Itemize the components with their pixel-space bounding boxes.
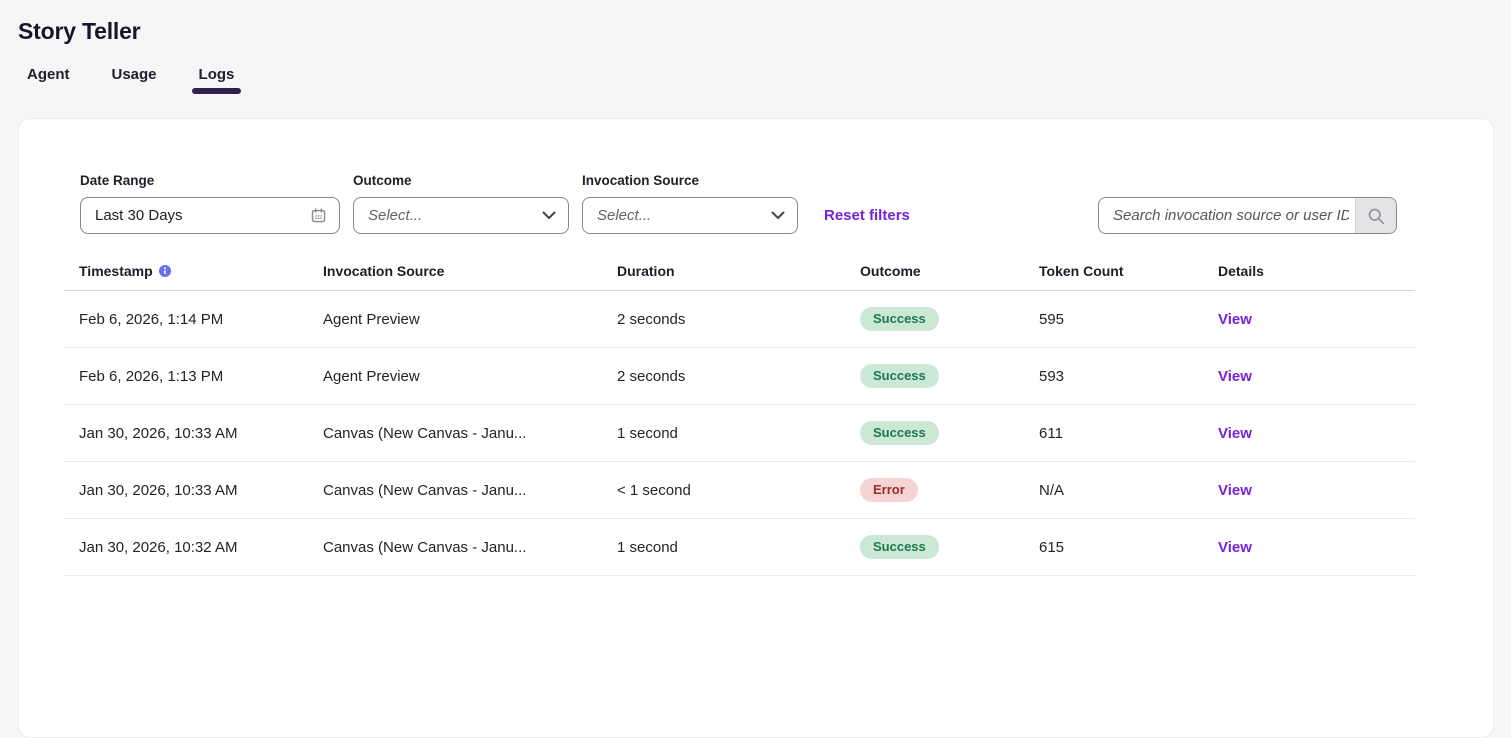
view-details-link[interactable]: View — [1218, 311, 1252, 328]
tab-logs[interactable]: Logs — [192, 66, 242, 94]
invocation-source-label: Invocation Source — [582, 173, 798, 188]
date-range-label: Date Range — [80, 173, 340, 188]
cell-duration: 2 seconds — [602, 368, 845, 385]
invocation-source-select-placeholder: Select... — [597, 207, 651, 224]
cell-token-count: N/A — [1024, 482, 1203, 499]
table-row: Jan 30, 2026, 10:33 AM Canvas (New Canva… — [64, 462, 1415, 519]
cell-timestamp: Feb 6, 2026, 1:13 PM — [64, 368, 308, 385]
logs-table: Timestamp Invocation Source Duration Out… — [64, 252, 1415, 576]
calendar-icon — [310, 207, 327, 224]
filters-row: Date Range Last 30 Days — [80, 173, 1397, 234]
outcome-label: Outcome — [353, 173, 569, 188]
search-button[interactable] — [1355, 198, 1396, 233]
cell-token-count: 595 — [1024, 311, 1203, 328]
date-range-input[interactable]: Last 30 Days — [80, 197, 340, 234]
view-details-link[interactable]: View — [1218, 368, 1252, 385]
outcome-filter: Outcome Select... — [353, 173, 569, 234]
outcome-badge: Error — [860, 478, 918, 502]
chevron-down-icon — [542, 211, 556, 220]
table-row: Feb 6, 2026, 1:14 PM Agent Preview 2 sec… — [64, 291, 1415, 348]
outcome-badge: Success — [860, 364, 939, 388]
page-title: Story Teller — [18, 18, 1493, 45]
search-input[interactable] — [1099, 198, 1355, 233]
outcome-select-placeholder: Select... — [368, 207, 422, 224]
invocation-source-select[interactable]: Select... — [582, 197, 798, 234]
column-header-timestamp: Timestamp — [64, 263, 308, 279]
column-header-outcome: Outcome — [845, 263, 1024, 279]
table-header-row: Timestamp Invocation Source Duration Out… — [64, 252, 1415, 291]
view-details-link[interactable]: View — [1218, 539, 1252, 556]
cell-timestamp: Jan 30, 2026, 10:33 AM — [64, 425, 308, 442]
table-row: Jan 30, 2026, 10:33 AM Canvas (New Canva… — [64, 405, 1415, 462]
info-icon[interactable] — [159, 265, 171, 277]
date-range-value: Last 30 Days — [95, 207, 183, 224]
tab-bar: Agent Usage Logs — [18, 66, 1493, 94]
cell-token-count: 593 — [1024, 368, 1203, 385]
outcome-badge: Success — [860, 421, 939, 445]
invocation-source-filter: Invocation Source Select... — [582, 173, 798, 234]
view-details-link[interactable]: View — [1218, 482, 1252, 499]
cell-invocation-source: Canvas (New Canvas - Janu... — [308, 482, 602, 499]
tab-agent[interactable]: Agent — [20, 66, 77, 94]
cell-duration: 1 second — [602, 425, 845, 442]
cell-invocation-source: Agent Preview — [308, 368, 602, 385]
cell-timestamp: Feb 6, 2026, 1:14 PM — [64, 311, 308, 328]
cell-duration: < 1 second — [602, 482, 845, 499]
column-header-details: Details — [1203, 263, 1415, 279]
view-details-link[interactable]: View — [1218, 425, 1252, 442]
column-header-invocation-source: Invocation Source — [308, 263, 602, 279]
table-row: Feb 6, 2026, 1:13 PM Agent Preview 2 sec… — [64, 348, 1415, 405]
search-icon — [1366, 206, 1386, 226]
column-header-token-count: Token Count — [1024, 263, 1203, 279]
search-box — [1098, 197, 1397, 234]
cell-invocation-source: Canvas (New Canvas - Janu... — [308, 425, 602, 442]
outcome-select[interactable]: Select... — [353, 197, 569, 234]
table-row: Jan 30, 2026, 10:32 AM Canvas (New Canva… — [64, 519, 1415, 576]
date-range-filter: Date Range Last 30 Days — [80, 173, 340, 234]
cell-invocation-source: Agent Preview — [308, 311, 602, 328]
cell-timestamp: Jan 30, 2026, 10:33 AM — [64, 482, 308, 499]
cell-invocation-source: Canvas (New Canvas - Janu... — [308, 539, 602, 556]
cell-duration: 1 second — [602, 539, 845, 556]
cell-token-count: 615 — [1024, 539, 1203, 556]
logs-panel: Date Range Last 30 Days — [18, 118, 1494, 738]
outcome-badge: Success — [860, 535, 939, 559]
page-header: Story Teller Agent Usage Logs — [0, 0, 1511, 94]
column-header-duration: Duration — [602, 263, 845, 279]
cell-duration: 2 seconds — [602, 311, 845, 328]
chevron-down-icon — [771, 211, 785, 220]
tab-usage[interactable]: Usage — [105, 66, 164, 94]
cell-token-count: 611 — [1024, 425, 1203, 442]
cell-timestamp: Jan 30, 2026, 10:32 AM — [64, 539, 308, 556]
reset-filters-button[interactable]: Reset filters — [824, 197, 910, 234]
outcome-badge: Success — [860, 307, 939, 331]
